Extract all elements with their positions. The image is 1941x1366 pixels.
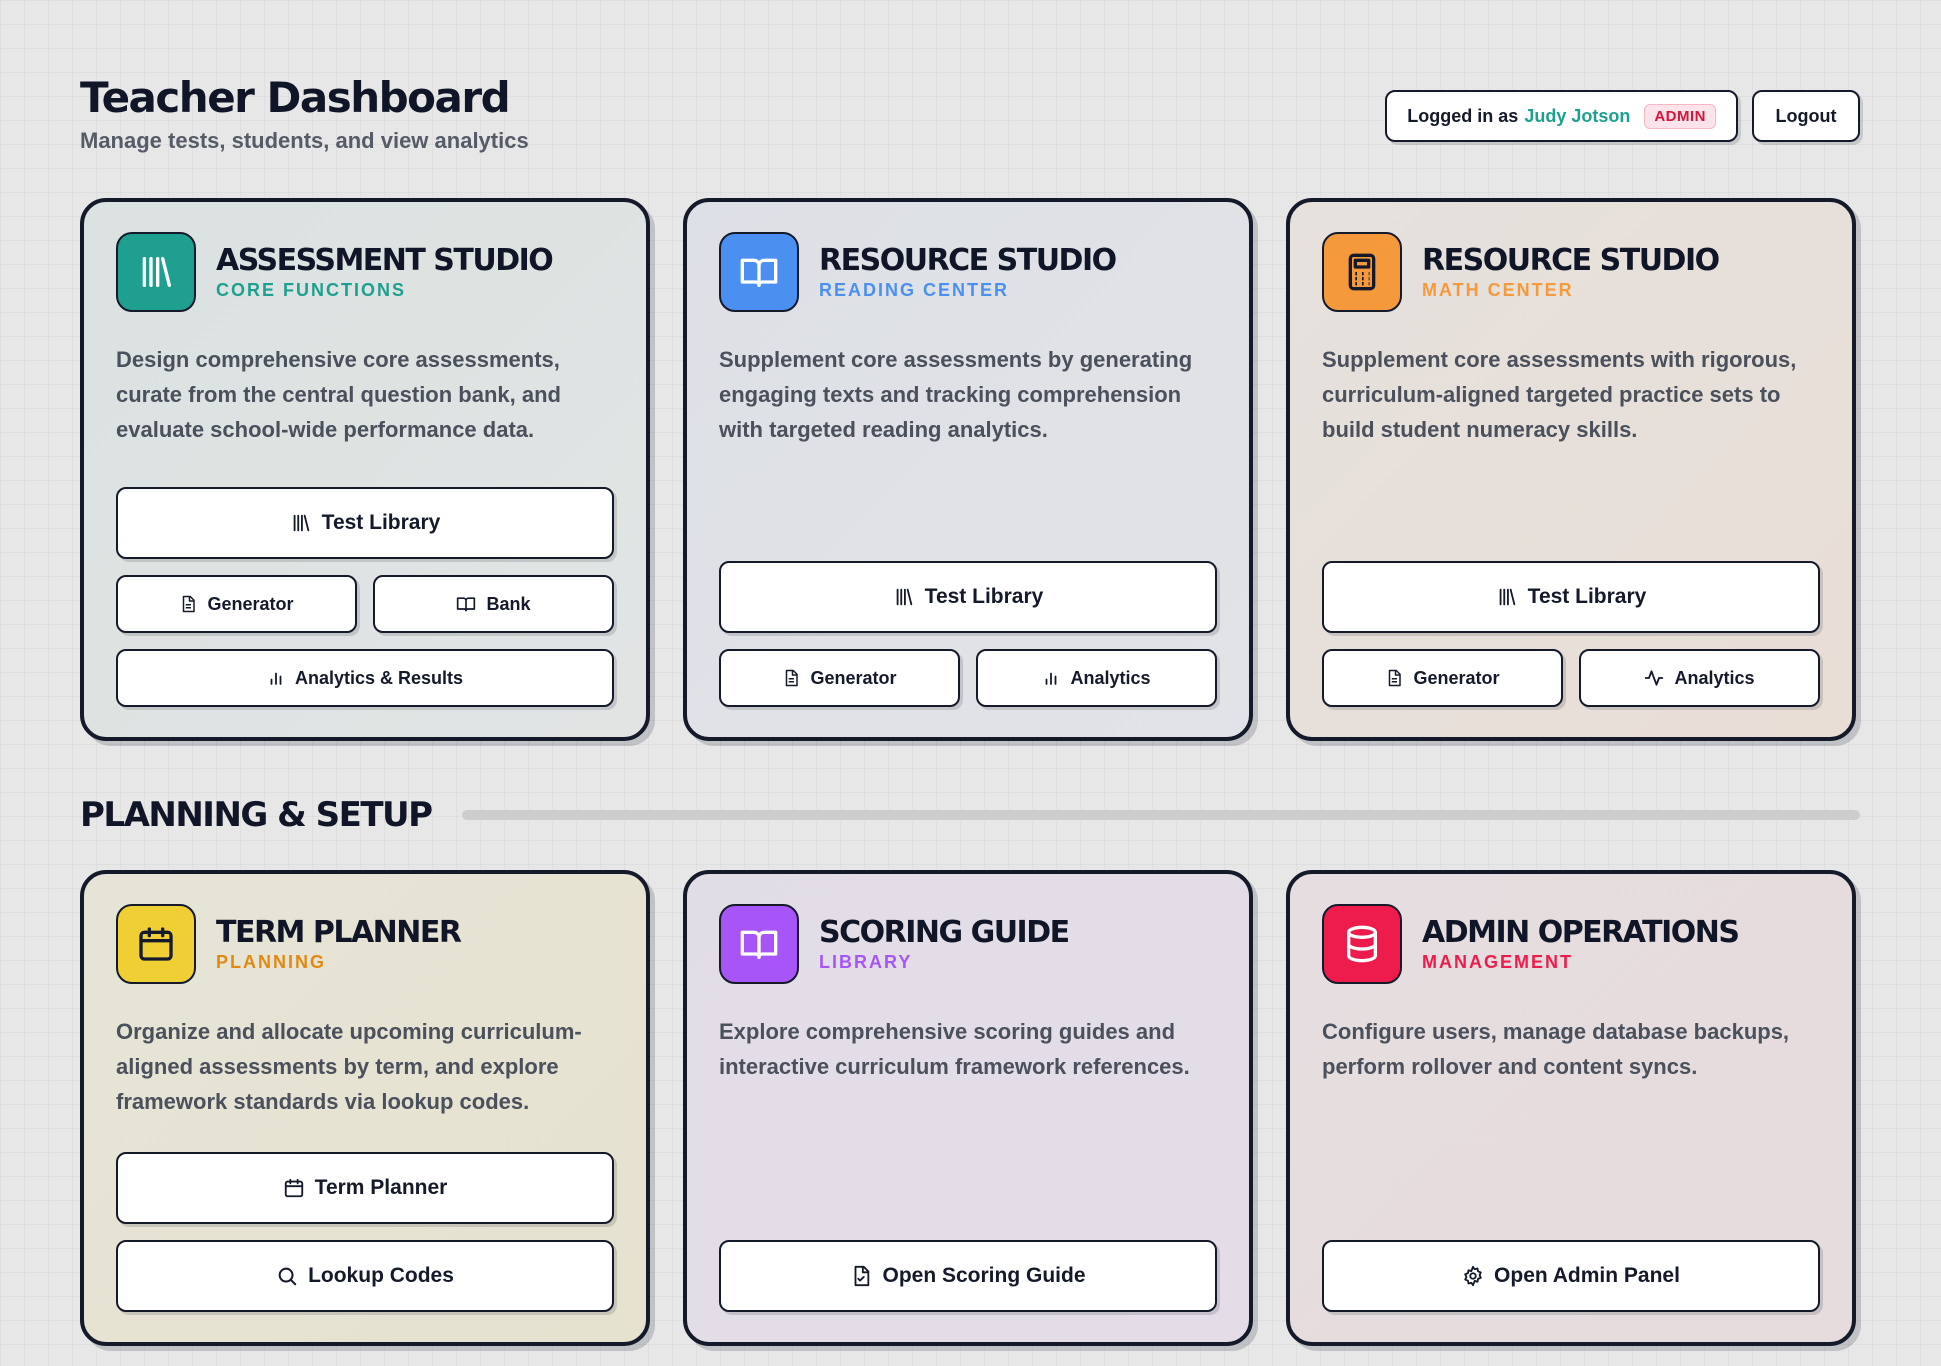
card-title: RESOURCE STUDIO: [1422, 242, 1720, 278]
file-check-icon: [850, 1265, 872, 1287]
database-icon: [1322, 904, 1402, 984]
card-description: Explore comprehensive scoring guides and…: [719, 1019, 1190, 1079]
section-header: PLANNING & SETUP: [80, 795, 1860, 835]
library-icon: [893, 586, 915, 608]
assessment-studio-card: ASSESSMENT STUDIO CORE FUNCTIONS Design …: [80, 198, 650, 741]
button-label: Analytics & Results: [294, 667, 464, 688]
generator-button[interactable]: Generator: [1322, 649, 1563, 707]
button-label: Generator: [810, 667, 897, 688]
card-title: RESOURCE STUDIO: [819, 242, 1117, 278]
card-description: Configure users, manage database backups…: [1322, 1019, 1790, 1079]
analytics-results-button[interactable]: Analytics & Results: [116, 649, 614, 707]
test-library-button[interactable]: Test Library: [1322, 561, 1820, 633]
library-icon: [290, 512, 312, 534]
card-subtitle: MANAGEMENT: [1422, 951, 1573, 972]
user-status: Logged in as Judy Jotson ADMIN: [1385, 90, 1738, 142]
file-text-icon: [179, 595, 197, 613]
reading-center-card: RESOURCE STUDIO READING CENTER Supplemen…: [683, 198, 1253, 741]
test-library-button[interactable]: Test Library: [116, 487, 614, 559]
generator-button[interactable]: Generator: [719, 649, 960, 707]
book-open-icon: [719, 232, 799, 312]
button-label: Term Planner: [314, 1176, 448, 1199]
button-label: Generator: [207, 593, 294, 614]
file-text-icon: [782, 669, 800, 687]
card-description: Organize and allocate upcoming curriculu…: [116, 1019, 582, 1114]
term-planner-button[interactable]: Term Planner: [116, 1152, 614, 1224]
section-divider: [461, 810, 1860, 820]
button-label: Analytics: [1070, 667, 1151, 688]
page-header: Teacher Dashboard Manage tests, students…: [80, 72, 1860, 162]
card-subtitle: READING CENTER: [819, 279, 1010, 300]
card-description: Supplement core assessments by generatin…: [719, 347, 1193, 442]
role-badge: ADMIN: [1644, 103, 1716, 129]
scoring-guide-card: SCORING GUIDE LIBRARY Explore comprehens…: [683, 870, 1253, 1346]
open-admin-panel-button[interactable]: Open Admin Panel: [1322, 1240, 1820, 1312]
gear-icon: [1462, 1265, 1484, 1287]
bar-chart-icon: [1042, 669, 1060, 687]
button-label: Generator: [1413, 667, 1500, 688]
calendar-icon: [116, 904, 196, 984]
bank-button[interactable]: Bank: [373, 575, 614, 633]
calendar-icon: [283, 1177, 305, 1199]
generator-button[interactable]: Generator: [116, 575, 357, 633]
button-label: Lookup Codes: [308, 1264, 454, 1287]
button-label: Open Scoring Guide: [882, 1264, 1086, 1287]
button-label: Open Admin Panel: [1494, 1264, 1680, 1287]
button-label: Test Library: [321, 511, 441, 534]
card-description: Supplement core assessments with rigorou…: [1322, 347, 1797, 442]
card-subtitle: LIBRARY: [819, 951, 913, 972]
analytics-button[interactable]: Analytics: [976, 649, 1217, 707]
card-subtitle: MATH CENTER: [1422, 279, 1574, 300]
open-scoring-guide-button[interactable]: Open Scoring Guide: [719, 1240, 1217, 1312]
button-label: Analytics: [1674, 667, 1755, 688]
calculator-icon: [1322, 232, 1402, 312]
book-open-icon: [719, 904, 799, 984]
admin-operations-card: ADMIN OPERATIONS MANAGEMENT Configure us…: [1286, 870, 1856, 1346]
bar-chart-icon: [267, 669, 285, 687]
library-icon: [116, 232, 196, 312]
card-title: TERM PLANNER: [216, 914, 462, 950]
button-label: Test Library: [924, 585, 1044, 608]
section-title: PLANNING & SETUP: [80, 795, 433, 835]
card-subtitle: CORE FUNCTIONS: [216, 279, 406, 300]
analytics-button[interactable]: Analytics: [1579, 649, 1820, 707]
lookup-codes-button[interactable]: Lookup Codes: [116, 1240, 614, 1312]
library-icon: [1496, 586, 1518, 608]
card-title: SCORING GUIDE: [819, 914, 1070, 950]
file-text-icon: [1385, 669, 1403, 687]
book-open-icon: [456, 594, 476, 614]
user-name: Judy Jotson: [1524, 105, 1631, 126]
button-label: Bank: [486, 593, 531, 614]
logout-button[interactable]: Logout: [1752, 90, 1860, 142]
card-subtitle: PLANNING: [216, 951, 326, 972]
logged-in-label: Logged in as: [1407, 105, 1519, 126]
search-icon: [276, 1265, 298, 1287]
term-planner-card: TERM PLANNER PLANNING Organize and alloc…: [80, 870, 650, 1346]
button-label: Test Library: [1527, 585, 1647, 608]
math-center-card: RESOURCE STUDIO MATH CENTER Supplement c…: [1286, 198, 1856, 741]
card-description: Design comprehensive core assessments, c…: [116, 347, 561, 442]
test-library-button[interactable]: Test Library: [719, 561, 1217, 633]
card-title: ASSESSMENT STUDIO: [216, 242, 554, 278]
card-title: ADMIN OPERATIONS: [1422, 914, 1740, 950]
activity-icon: [1644, 668, 1664, 688]
